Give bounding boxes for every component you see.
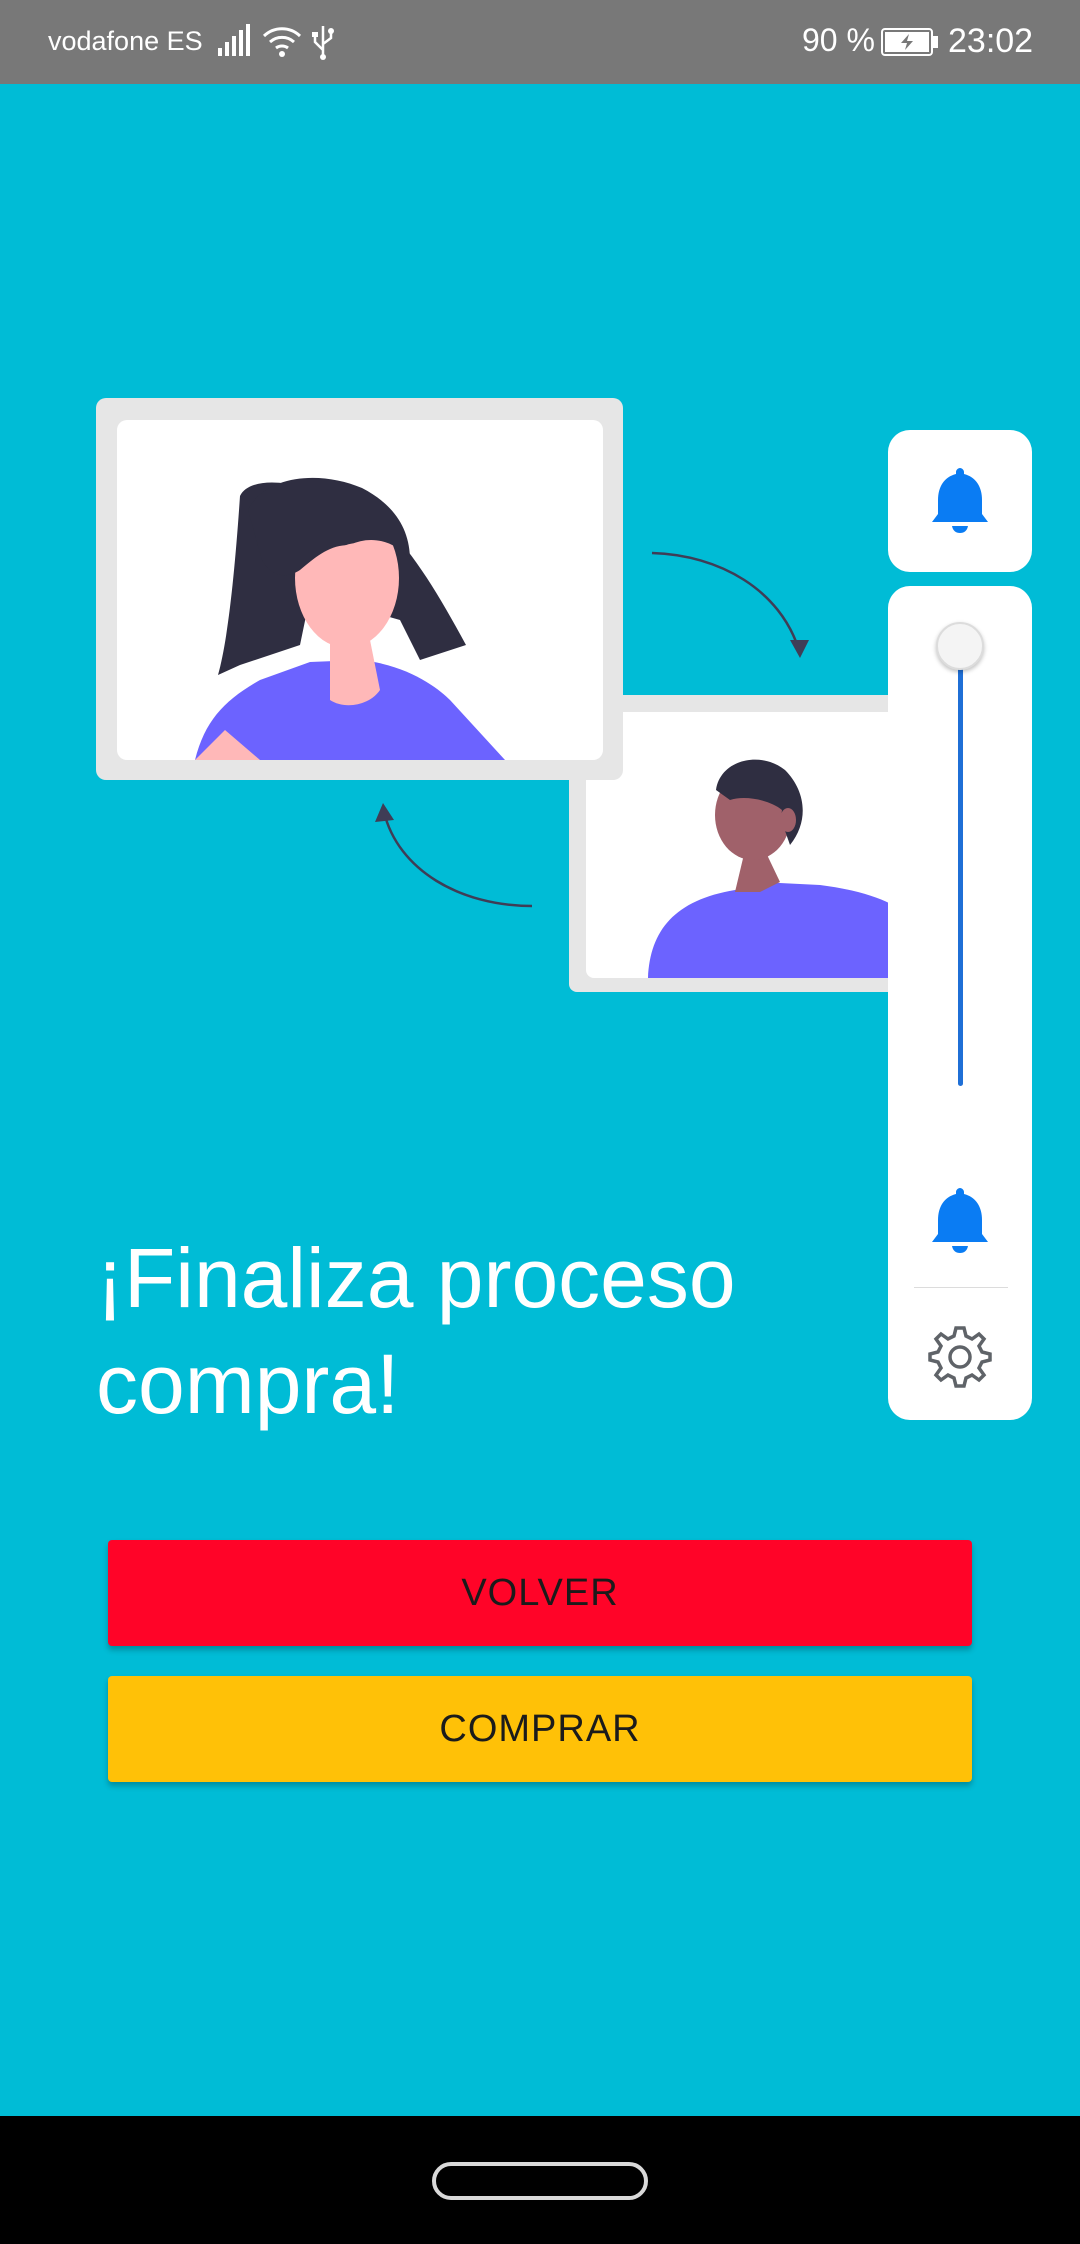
volume-slider-thumb[interactable] [936,622,984,670]
navigation-bar [0,2116,1080,2244]
volume-panel [888,586,1032,1420]
carrier-label: vodafone ES [48,26,203,56]
battery-percent: 90 % [802,22,875,58]
arrow-up-left [382,811,533,908]
gear-icon[interactable] [928,1324,992,1388]
usb-icon [312,26,334,60]
arrow-down-right [651,551,801,651]
volume-slider-track[interactable] [958,646,963,1086]
status-bar: vodafone ES 90 % 23:02 [0,0,1080,84]
bell-icon[interactable] [930,1186,990,1254]
bell-icon [932,468,988,533]
wifi-icon [262,27,302,57]
volver-button[interactable]: VOLVER [108,1540,972,1646]
video-call-illustration [96,398,900,992]
woman-video-frame [96,398,623,780]
page-title: ¡Finaliza proceso compra! [96,1231,736,1431]
divider [914,1287,1008,1288]
home-indicator[interactable] [432,2162,648,2200]
battery-charging-icon [881,28,938,56]
signal-icon [218,24,250,56]
ringer-mode-button[interactable] [888,430,1032,572]
comprar-button[interactable]: COMPRAR [108,1676,972,1782]
volume-slider-fill [958,646,963,1086]
clock: 23:02 [948,22,1034,60]
